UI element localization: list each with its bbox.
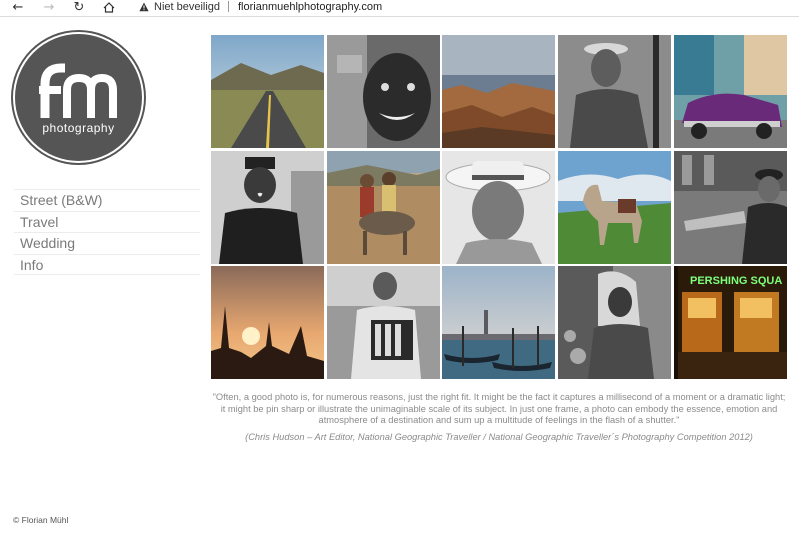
- photo-woman-market[interactable]: [558, 266, 672, 379]
- address-bar-url[interactable]: florianmuehlphotography.com: [238, 0, 382, 14]
- photo-woman-hat[interactable]: [442, 150, 556, 264]
- logo-wordmark: photography: [42, 121, 115, 135]
- forward-icon[interactable]: →: [41, 0, 57, 15]
- menu-item-street[interactable]: Street (B&W): [14, 189, 200, 211]
- photo-uniformed-man[interactable]: [211, 150, 324, 264]
- browser-toolbar: ← → ↻ Niet beveiligd florianmuehlphotogr…: [0, 0, 799, 17]
- security-label: Niet beveiligd: [154, 1, 221, 13]
- reload-icon[interactable]: ↻: [71, 0, 87, 15]
- photo-canyon[interactable]: [442, 35, 556, 148]
- back-icon[interactable]: ←: [10, 0, 26, 15]
- security-indicator[interactable]: Niet beveiligd: [139, 0, 220, 14]
- photo-child-portrait[interactable]: [326, 35, 440, 148]
- photo-road-landscape[interactable]: [211, 35, 324, 148]
- warning-icon: [139, 2, 149, 12]
- menu-item-travel[interactable]: Travel: [14, 210, 200, 233]
- photo-venice-gondolas[interactable]: [442, 266, 556, 379]
- photo-pershing-square[interactable]: PERSHING SQUA: [673, 266, 787, 379]
- address-separator: [228, 1, 229, 12]
- quote-text: "Often, a good photo is, for numerous re…: [212, 392, 786, 425]
- site-logo[interactable]: photography: [13, 32, 144, 163]
- photo-gallery: PERSHING SQUA: [211, 35, 787, 379]
- home-icon[interactable]: [101, 0, 117, 14]
- footer-copyright: © Florian Mühl: [13, 515, 69, 525]
- menu-item-wedding[interactable]: Wedding: [14, 232, 200, 254]
- photo-street-scene[interactable]: [673, 150, 787, 264]
- photo-old-man[interactable]: [558, 35, 672, 148]
- menu-item-info[interactable]: Info: [14, 253, 200, 275]
- photo-horse-field[interactable]: [558, 150, 672, 264]
- photo-classic-car[interactable]: [673, 35, 787, 148]
- quote-credit: (Chris Hudson – Art Editor, National Geo…: [245, 432, 753, 442]
- fm-logo-mark: [39, 63, 117, 118]
- photo-temple-sunset[interactable]: [211, 266, 324, 379]
- photo-donkey-riders[interactable]: [326, 150, 440, 264]
- neon-sign-text: PERSHING SQUA: [690, 275, 782, 287]
- photo-accordion-player[interactable]: [326, 266, 440, 379]
- main-menu: Street (B&W) Travel Wedding Info: [14, 189, 200, 275]
